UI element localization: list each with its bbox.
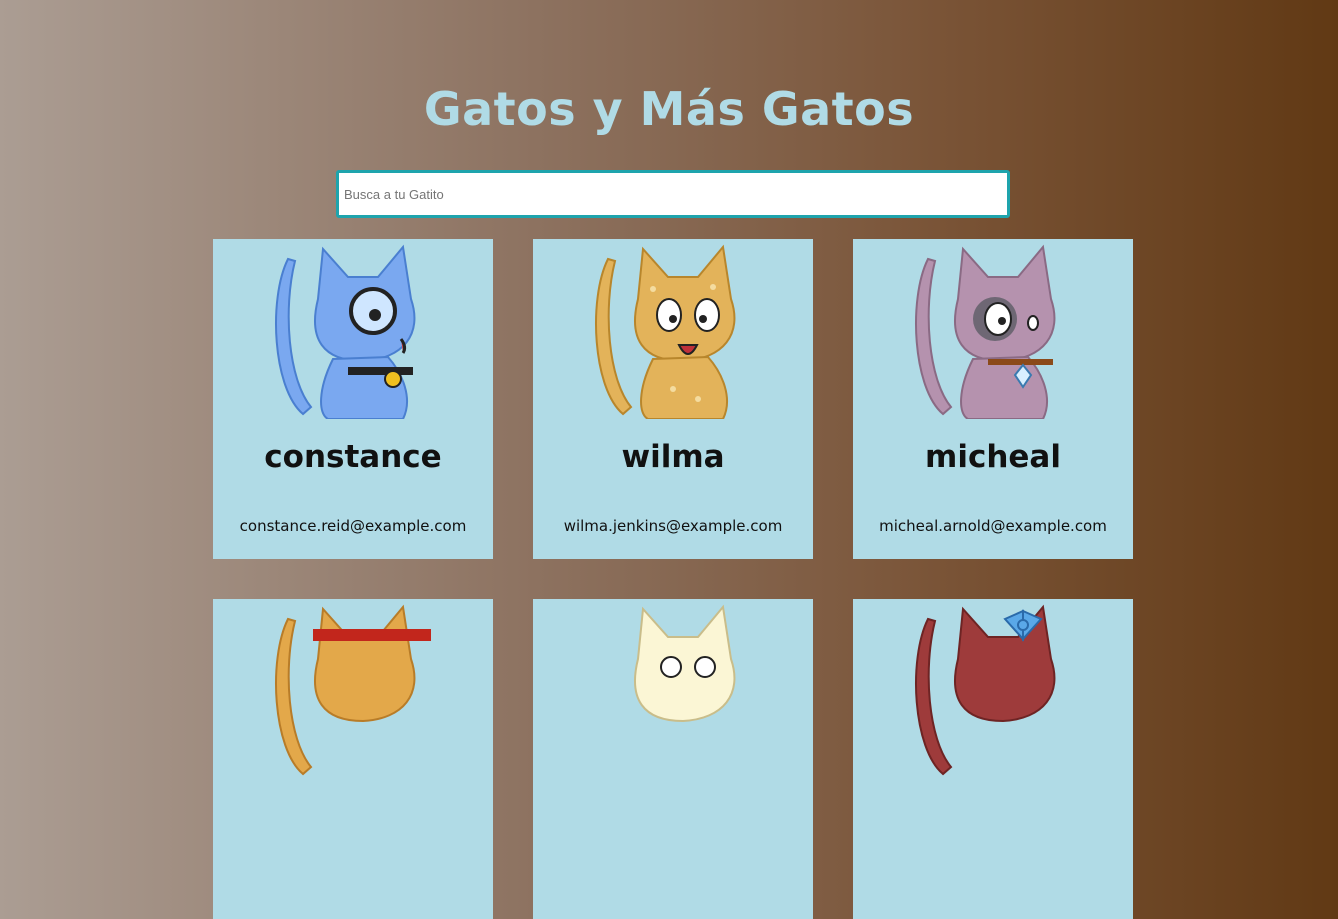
card-name: micheal [925, 439, 1061, 475]
cat-card-wilma[interactable]: wilma wilma.jenkins@example.com [533, 239, 813, 559]
cat-card-6[interactable] [853, 599, 1133, 919]
card-email: constance.reid@example.com [239, 517, 467, 535]
cat-card-4[interactable] [213, 599, 493, 919]
red-bow-cat-icon [915, 604, 1056, 776]
cat-card-micheal[interactable]: micheal micheal.arnold@example.com [853, 239, 1133, 559]
spotted-yellow-cat-icon [595, 244, 736, 419]
orange-bandana-cat-icon [275, 604, 431, 776]
card-name: constance [264, 439, 442, 475]
cat-card-constance[interactable]: constance constance.reid@example.com [213, 239, 493, 559]
blue-detective-cat-icon [275, 244, 416, 419]
card-email: wilma.jenkins@example.com [563, 517, 783, 535]
card-email: micheal.arnold@example.com [879, 517, 1107, 535]
cat-card-5[interactable] [533, 599, 813, 919]
pink-pirate-cat-icon [915, 244, 1056, 419]
page-title: Gatos y Más Gatos [423, 82, 915, 136]
cream-cat-icon [634, 604, 736, 723]
search-input[interactable] [336, 170, 1010, 218]
card-name: wilma [621, 439, 725, 475]
